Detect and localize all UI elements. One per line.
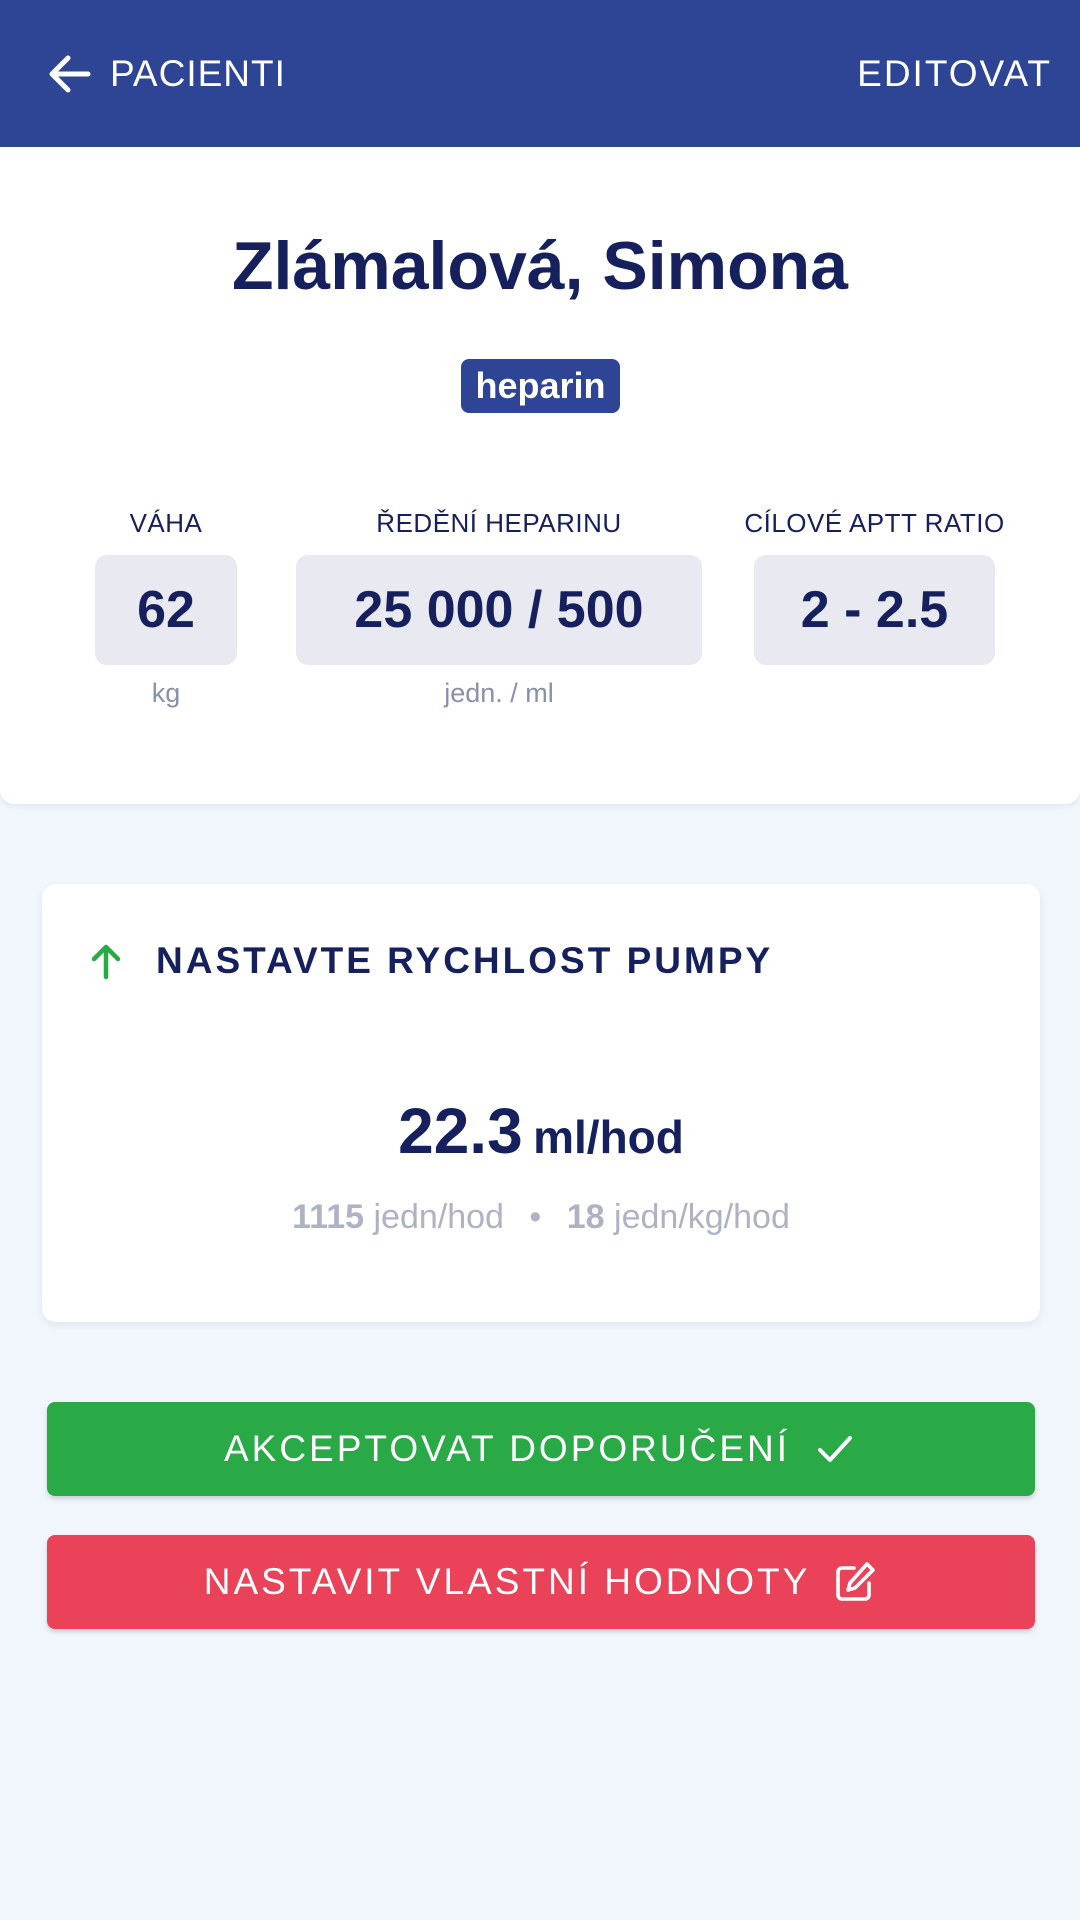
patient-name: Zlámalová, Simona	[232, 228, 848, 304]
back-to-patients-button[interactable]: PACIENTI	[44, 44, 286, 104]
param-dilution-unit: jedn. / ml	[444, 678, 554, 708]
param-dilution-value: 25 000 / 500	[296, 555, 702, 665]
pump-rate: 22.3 ml/hod	[42, 1094, 1040, 1168]
units-per-kg-value: 18	[566, 1198, 605, 1236]
param-weight-value: 62	[95, 555, 237, 665]
back-label: PACIENTI	[110, 53, 286, 94]
set-custom-values-button[interactable]: NASTAVIT VLASTNÍ HODNOTY	[47, 1535, 1035, 1629]
edit-button[interactable]: EDITOVAT	[857, 44, 1052, 104]
arrow-left-icon	[44, 48, 96, 100]
pump-rate-recommendation-card: NASTAVTE RYCHLOST PUMPY 22.3 ml/hod 1115…	[42, 884, 1040, 1322]
param-target-label: CÍLOVÉ APTT RATIO	[744, 508, 1005, 538]
param-weight-label: VÁHA	[129, 508, 203, 538]
units-per-hour-value: 1115	[292, 1198, 365, 1236]
pump-rate-value: 22.3	[398, 1095, 523, 1167]
top-app-bar: PACIENTI EDITOVAT	[0, 0, 1080, 147]
param-dilution: ŘEDĚNÍ HEPARINU 25 000 / 500 jedn. / ml	[296, 505, 702, 711]
separator-dot: •	[529, 1198, 542, 1236]
pump-rate-unit: ml/hod	[533, 1111, 684, 1163]
custom-button-label: NASTAVIT VLASTNÍ HODNOTY	[203, 1561, 811, 1602]
accept-recommendation-button[interactable]: AKCEPTOVAT DOPORUČENÍ	[47, 1402, 1035, 1496]
drug-badge: heparin	[461, 359, 620, 413]
edit-square-icon	[810, 1559, 878, 1605]
units-per-hour-unit: jedn/hod	[373, 1198, 504, 1236]
param-weight-unit: kg	[151, 678, 181, 708]
recommendation-title: NASTAVTE RYCHLOST PUMPY	[156, 940, 774, 981]
param-target-value: 2 - 2.5	[754, 555, 995, 665]
patient-card: Zlámalová, Simona heparin VÁHA 62 kg ŘED…	[0, 147, 1080, 804]
units-per-kg-unit: jedn/kg/hod	[614, 1198, 790, 1236]
arrow-up-icon	[86, 941, 126, 981]
param-dilution-label: ŘEDĚNÍ HEPARINU	[376, 508, 622, 538]
accept-button-label: AKCEPTOVAT DOPORUČENÍ	[223, 1428, 791, 1469]
param-weight: VÁHA 62 kg	[95, 505, 237, 711]
recommendation-header: NASTAVTE RYCHLOST PUMPY	[86, 936, 773, 986]
dose-details: 1115 jedn/hod • 18 jedn/kg/hod	[42, 1198, 1040, 1237]
param-target-aptt: CÍLOVÉ APTT RATIO 2 - 2.5	[744, 505, 1004, 665]
checkmark-icon	[790, 1426, 858, 1472]
